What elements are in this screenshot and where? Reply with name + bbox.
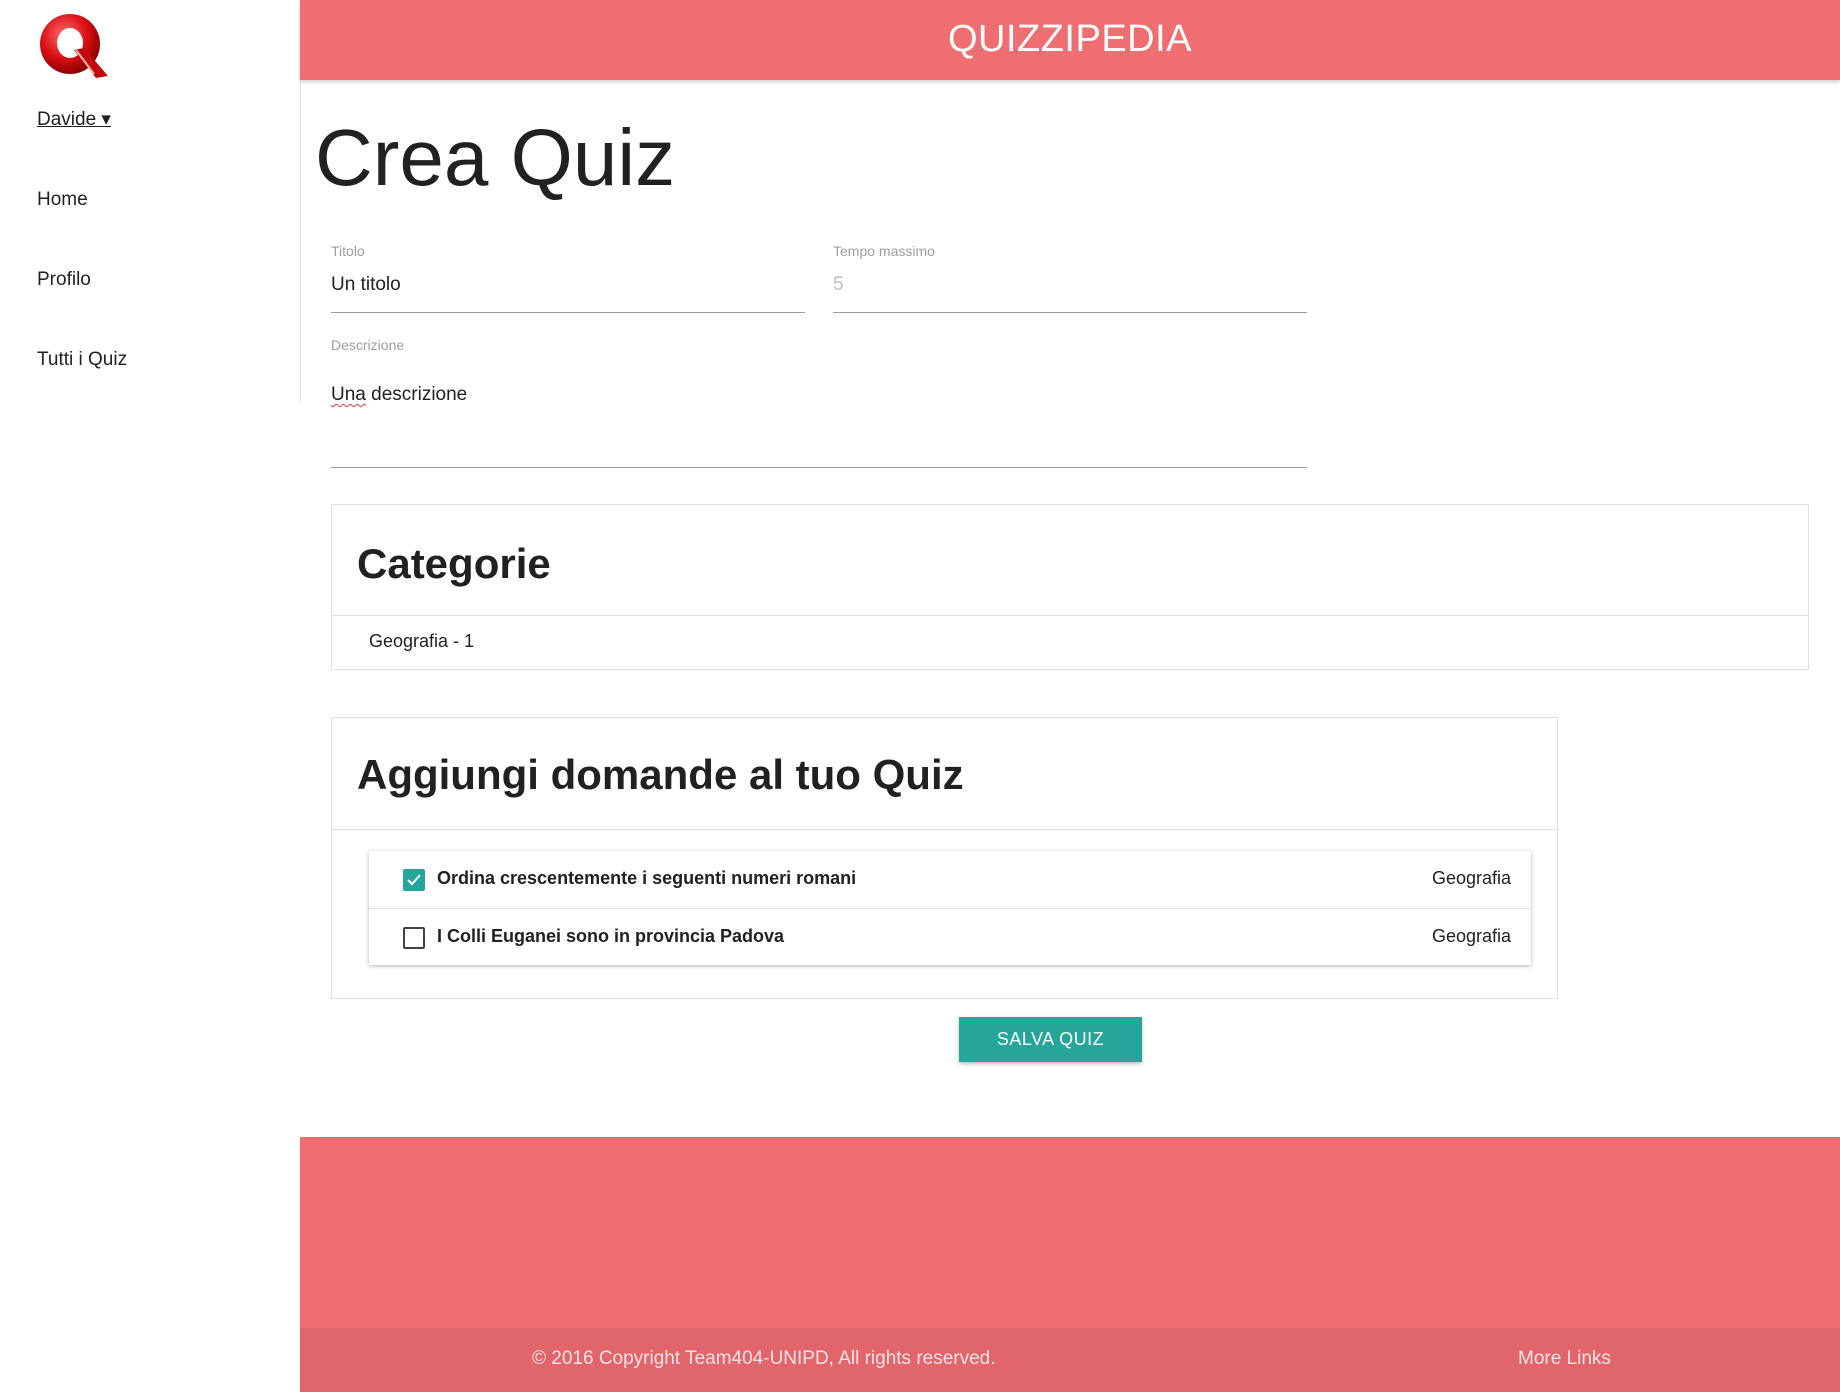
categories-heading: Categorie bbox=[357, 540, 551, 587]
title-input[interactable]: Un titolo bbox=[331, 274, 401, 296]
sidebar: Davide ▾ Home Profilo Tutti i Quiz bbox=[0, 0, 301, 402]
title-input-underline bbox=[331, 312, 805, 313]
time-input-underline bbox=[833, 312, 1307, 313]
categories-card: Categorie bbox=[331, 504, 1809, 670]
question-category: Geografia bbox=[1431, 868, 1511, 888]
description-underline bbox=[331, 467, 1307, 468]
page-title: Crea Quiz bbox=[315, 113, 676, 202]
questions-heading: Aggiungi domande al tuo Quiz bbox=[357, 751, 964, 798]
questions-divider bbox=[332, 829, 1557, 830]
time-input[interactable]: 5 bbox=[833, 274, 844, 296]
title-label: Titolo bbox=[331, 243, 365, 259]
copyright-text: © 2016 Copyright Team404-UNIPD, All righ… bbox=[532, 1348, 996, 1369]
question-row[interactable]: Ordina crescentemente i seguenti numeri … bbox=[369, 851, 1531, 908]
question-category: Geografia bbox=[1431, 926, 1511, 946]
sidebar-item-tutti-i-quiz[interactable]: Tutti i Quiz bbox=[37, 349, 127, 371]
question-row[interactable]: I Colli Euganei sono in provincia Padova… bbox=[369, 908, 1531, 966]
category-item[interactable]: Geografia - 1 bbox=[369, 631, 474, 652]
footer-copyright-bar: © 2016 Copyright Team404-UNIPD, All righ… bbox=[300, 1328, 1840, 1392]
user-menu[interactable]: Davide ▾ bbox=[37, 108, 111, 131]
description-label: Descrizione bbox=[331, 337, 405, 353]
top-bar: QUIZZIPEDIA bbox=[300, 0, 1840, 80]
question-checkbox[interactable] bbox=[403, 869, 425, 891]
sidebar-item-home[interactable]: Home bbox=[37, 189, 88, 211]
question-checkbox[interactable] bbox=[403, 927, 425, 949]
checkmark-icon bbox=[407, 874, 421, 886]
sidebar-item-profilo[interactable]: Profilo bbox=[37, 269, 91, 291]
footer: © 2016 Copyright Team404-UNIPD, All righ… bbox=[300, 1137, 1840, 1392]
description-text: descrizione bbox=[365, 384, 468, 405]
questions-table: Ordina crescentemente i seguenti numeri … bbox=[369, 851, 1531, 965]
more-links-link[interactable]: More Links bbox=[1518, 1348, 1611, 1370]
time-label: Tempo massimo bbox=[833, 243, 935, 259]
description-textarea[interactable]: Una descrizione bbox=[331, 384, 467, 406]
question-text: Ordina crescentemente i seguenti numeri … bbox=[437, 868, 857, 888]
brand-title[interactable]: QUIZZIPEDIA bbox=[300, 18, 1840, 61]
quizzipedia-logo-icon[interactable] bbox=[34, 10, 112, 84]
question-text: I Colli Euganei sono in provincia Padova bbox=[437, 926, 785, 946]
save-quiz-button[interactable]: SALVA QUIZ bbox=[959, 1017, 1142, 1062]
categories-divider bbox=[332, 615, 1808, 616]
description-misspelled-word: Una bbox=[331, 384, 366, 405]
